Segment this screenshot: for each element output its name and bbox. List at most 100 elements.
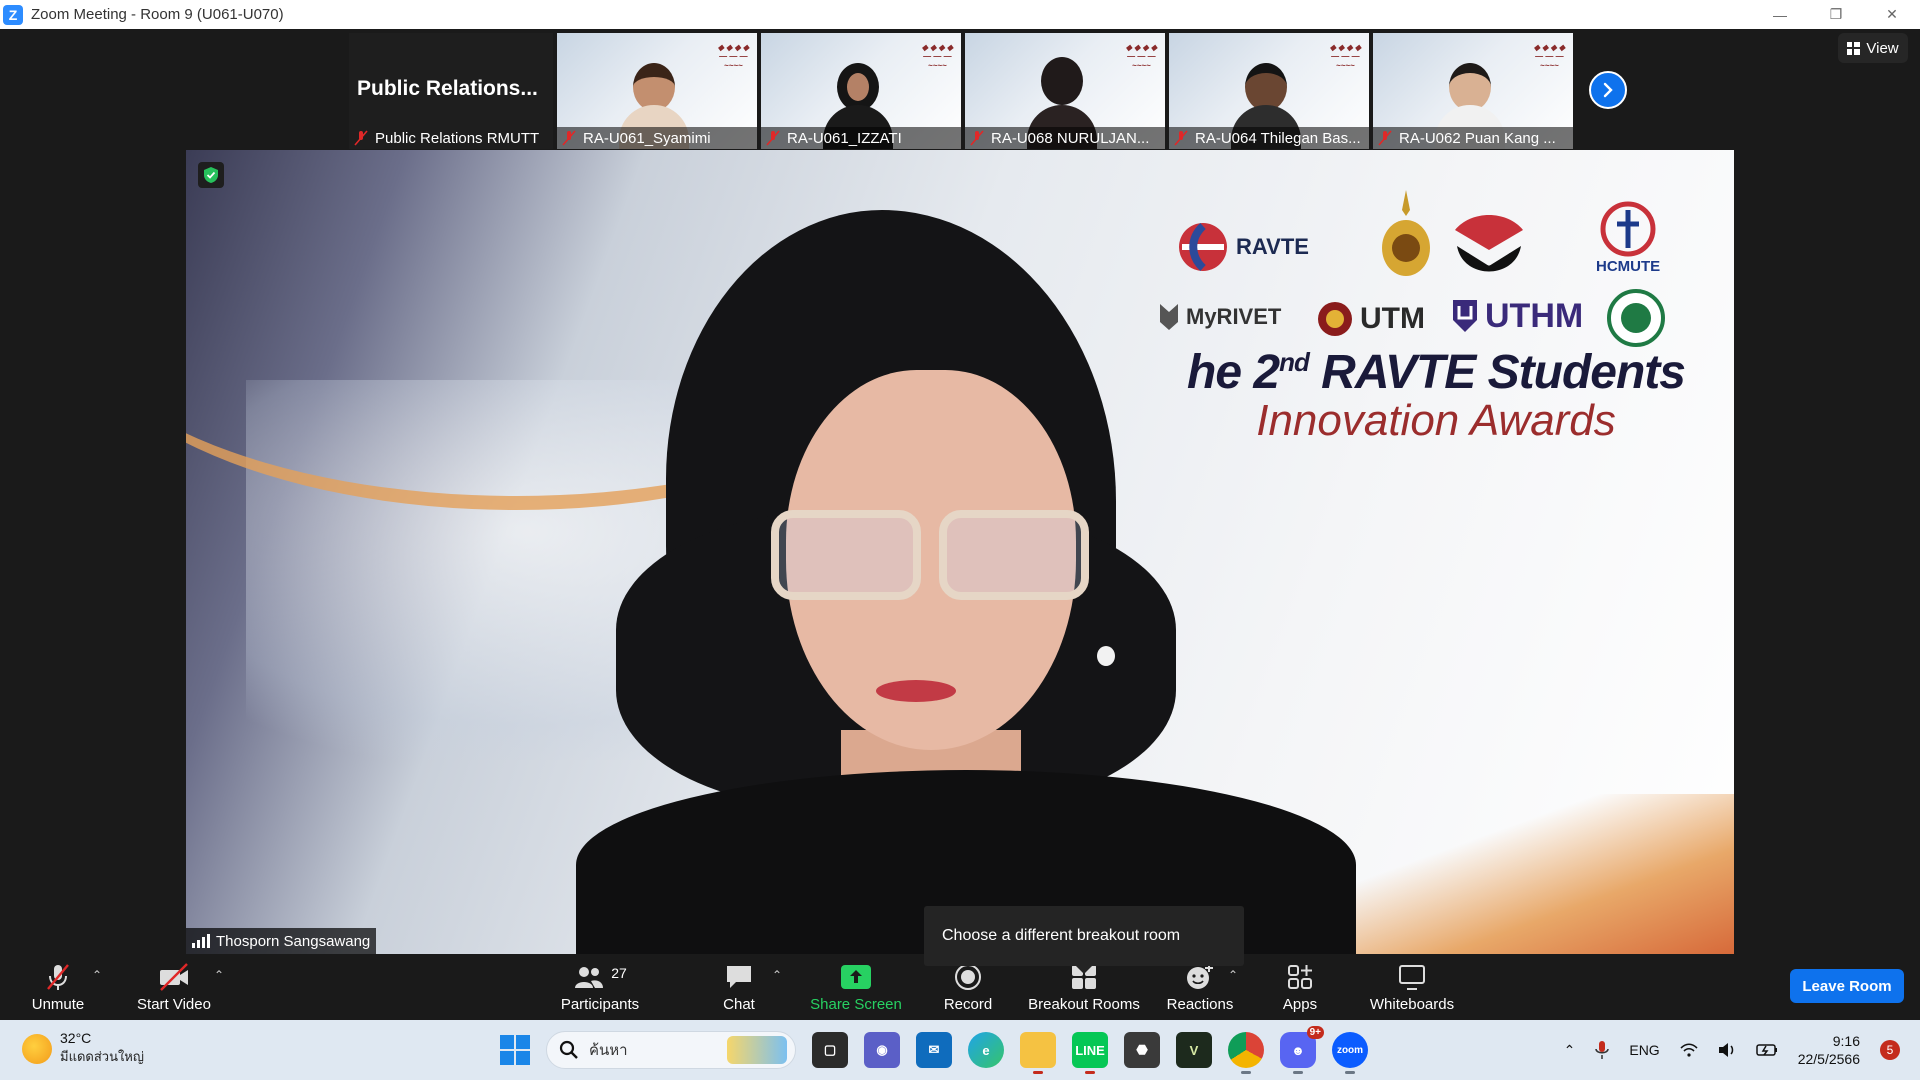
participant-name: RA-U064 Thilegan Bas...: [1195, 129, 1361, 147]
weather-temperature: 32°C: [60, 1030, 92, 1046]
zoom-app-icon[interactable]: zoom: [1332, 1032, 1368, 1074]
participant-tile[interactable]: Public Relations... Public Relations RMU…: [349, 33, 553, 149]
weather-sun-icon: [22, 1033, 52, 1064]
zoom-logo-icon: Z: [3, 4, 23, 25]
participant-tile[interactable]: ◆ ◆ ◆ ◆ — — — ~~~~ RA-U068 NURULJAN...: [965, 33, 1165, 149]
participants-button[interactable]: 27 Participants: [556, 954, 644, 1020]
video-off-icon: [160, 962, 188, 991]
vectorworks-app-icon[interactable]: V: [1176, 1032, 1212, 1068]
start-windows-icon[interactable]: [500, 1035, 530, 1065]
unmute-button[interactable]: Unmute: [28, 954, 88, 1020]
wifi-icon[interactable]: [1680, 1043, 1698, 1057]
participants-icon: [575, 966, 604, 988]
search-placeholder: ค้นหา: [589, 1042, 628, 1059]
record-icon: [955, 963, 981, 990]
upi-logo: [1451, 210, 1527, 286]
tile-label: RA-U062 Puan Kang ...: [1373, 127, 1573, 149]
system-tray: ⌃ ENG 9:16 22/5/2566 5: [1564, 1020, 1900, 1080]
view-label: View: [1866, 39, 1899, 57]
input-language[interactable]: ENG: [1629, 1042, 1659, 1058]
battery-charging-icon[interactable]: [1755, 1043, 1778, 1057]
crest-logo: [1376, 190, 1436, 280]
search-highlight-icon: [727, 1036, 787, 1064]
grid-view-icon: [1847, 41, 1861, 55]
audio-options-chevron-icon[interactable]: ⌃: [92, 968, 102, 982]
taskbar-search-box[interactable]: ค้นหา: [546, 1031, 796, 1069]
show-hidden-icons-chevron-icon[interactable]: ⌃: [1564, 1042, 1576, 1059]
participant-name: RA-U061_Syamimi: [583, 129, 711, 147]
leave-room-button[interactable]: Leave Room: [1790, 969, 1904, 1003]
clock-date: 22/5/2566: [1797, 1051, 1860, 1067]
reactions-smiley-icon: [1187, 963, 1213, 989]
teams-chat-icon[interactable]: ◉: [864, 1032, 900, 1068]
active-speaker-video[interactable]: RAVTE HCMUTE MyRIVET UTM UTHM he 2nd RAV…: [186, 150, 1734, 954]
participant-tile[interactable]: ◆ ◆ ◆ ◆ — — — ~~~~ RA-U061_Syamimi: [557, 33, 757, 149]
crest-logo-icon: [1382, 190, 1430, 276]
uthm-logo-icon: [1453, 300, 1477, 332]
clock-time: 9:16: [1832, 1033, 1860, 1049]
whiteboard-icon: [1399, 964, 1425, 990]
windows-taskbar: 32°C มีแดดส่วนใหญ่ ค้นหา ▢ ◉ ✉ e LINE ⬣ …: [0, 1020, 1920, 1080]
upi-logo-icon: [1455, 215, 1523, 272]
weather-description: มีแดดส่วนใหญ่: [60, 1049, 144, 1064]
minimize-button[interactable]: —: [1752, 0, 1808, 29]
green-seal-logo-icon: [1607, 289, 1665, 347]
share-screen-button[interactable]: Share Screen: [808, 954, 904, 1020]
speaker-name: Thosporn Sangsawang: [216, 932, 371, 950]
edge-browser-icon[interactable]: e: [968, 1032, 1004, 1068]
restore-button[interactable]: ❐: [1808, 0, 1864, 29]
banner-thumbnail: ◆ ◆ ◆ ◆ — — — ~~~~: [717, 43, 749, 70]
chat-icon: [727, 965, 751, 988]
discord-app-icon[interactable]: ☻ 9+: [1280, 1026, 1324, 1074]
weather-widget[interactable]: 32°C มีแดดส่วนใหญ่: [22, 1030, 144, 1067]
whiteboards-button[interactable]: Whiteboards: [1366, 954, 1458, 1020]
microphone-in-use-icon[interactable]: [1595, 1040, 1610, 1060]
chrome-browser-icon[interactable]: [1228, 1032, 1264, 1074]
line-app-icon[interactable]: LINE: [1072, 1032, 1108, 1074]
chat-options-chevron-icon[interactable]: ⌃: [772, 968, 782, 982]
hcmute-logo-icon: [1600, 201, 1656, 257]
speaker-name-tag: Thosporn Sangsawang: [186, 928, 377, 954]
tile-label: Public Relations RMUTT: [349, 127, 553, 149]
mic-off-icon: [766, 130, 780, 146]
taskbar-clock[interactable]: 9:16 22/5/2566: [1798, 1032, 1860, 1068]
volume-icon[interactable]: [1718, 1042, 1736, 1058]
participant-tile[interactable]: ◆ ◆ ◆ ◆ — — — ~~~~ RA-U064 Thilegan Bas...: [1169, 33, 1369, 149]
breakout-room-tooltip: Choose a different breakout room: [924, 906, 1244, 974]
participant-tile[interactable]: ◆ ◆ ◆ ◆ — — — ~~~~ RA-U062 Puan Kang ...: [1373, 33, 1573, 149]
apps-button[interactable]: Apps: [1276, 954, 1324, 1020]
close-button[interactable]: ✕: [1864, 0, 1920, 29]
tile-label: RA-U061_Syamimi: [557, 127, 757, 149]
tile-label: RA-U061_IZZATI: [761, 127, 961, 149]
view-button[interactable]: View: [1838, 33, 1908, 63]
mic-off-icon: [354, 130, 368, 146]
video-options-chevron-icon[interactable]: ⌃: [214, 968, 224, 982]
window-title: Zoom Meeting - Room 9 (U061-U070): [31, 6, 284, 23]
next-page-button[interactable]: [1589, 71, 1627, 109]
meeting-area: Public Relations... Public Relations RMU…: [0, 29, 1920, 974]
task-view-icon[interactable]: ▢: [812, 1032, 848, 1068]
banner-thumbnail: ◆ ◆ ◆ ◆ — — — ~~~~: [921, 43, 953, 70]
gallery-strip: Public Relations... Public Relations RMU…: [349, 33, 1573, 149]
start-video-button[interactable]: Start Video: [134, 954, 214, 1020]
reactions-options-chevron-icon[interactable]: ⌃: [1228, 968, 1238, 982]
green-seal-logo: [1606, 288, 1666, 348]
banner-thumbnail: ◆ ◆ ◆ ◆ — — — ~~~~: [1329, 43, 1361, 70]
signal-strength-icon: [192, 934, 210, 948]
participant-name: RA-U068 NURULJAN...: [991, 129, 1150, 147]
participant-tile[interactable]: ◆ ◆ ◆ ◆ — — — ~~~~ RA-U061_IZZATI: [761, 33, 961, 149]
apps-icon: [1288, 964, 1312, 989]
encryption-shield-icon[interactable]: [198, 162, 224, 188]
share-screen-icon: [841, 964, 871, 989]
search-icon: [559, 1040, 578, 1059]
tile-label: RA-U064 Thilegan Bas...: [1169, 127, 1369, 149]
notification-badge[interactable]: 5: [1880, 1040, 1900, 1060]
mic-off-icon: [1174, 130, 1188, 146]
chat-button[interactable]: Chat: [714, 954, 764, 1020]
speaker-figure: [576, 210, 1356, 954]
file-explorer-icon[interactable]: [1020, 1032, 1056, 1074]
discord-badge: 9+: [1306, 1026, 1324, 1039]
mail-icon[interactable]: ✉: [916, 1032, 952, 1068]
tile-label: RA-U068 NURULJAN...: [965, 127, 1165, 149]
cube-app-icon[interactable]: ⬣: [1124, 1032, 1160, 1068]
